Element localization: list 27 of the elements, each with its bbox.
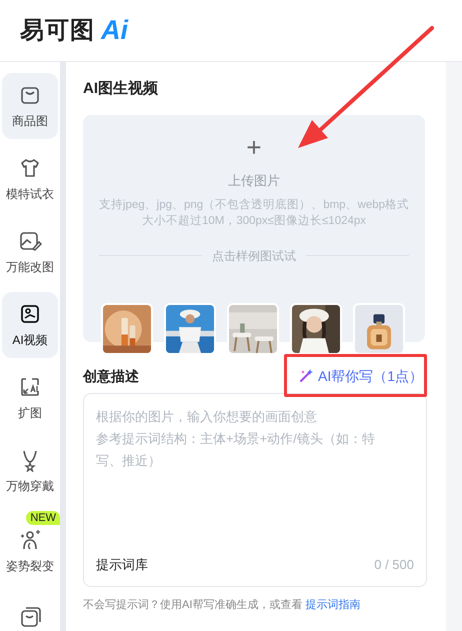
placeholder-text: 根据你的图片，输入你想要的画面创意 bbox=[96, 408, 318, 426]
footer-note: 不会写提示词？使用AI帮写准确生成，或查看 提示词指南 bbox=[83, 598, 362, 613]
sidebar-item[interactable]: 万物穿戴 bbox=[2, 438, 58, 504]
sidebar-item[interactable]: 商品图 bbox=[2, 73, 58, 139]
plus-icon[interactable]: + bbox=[246, 132, 262, 162]
sidebar-item[interactable]: 姿势裂变 bbox=[2, 525, 58, 577]
upload-label: 上传图片 bbox=[228, 172, 280, 190]
samples-label: 点击样例图试试 bbox=[212, 248, 296, 264]
sidebar-item[interactable]: 万能改图 bbox=[2, 219, 58, 285]
logo-mark: Ai bbox=[101, 14, 128, 48]
prompt-library-button[interactable]: 提示词库 bbox=[96, 554, 148, 574]
prompt-label: 创意描述 bbox=[83, 366, 139, 386]
sidebar-item[interactable]: AI视频 bbox=[2, 292, 58, 358]
placeholder-text: 参考提示词结构：主体+场景+动作/镜头（如：特写、推近） bbox=[96, 430, 376, 470]
panel-title: AI图生视频 bbox=[83, 79, 159, 99]
person-icon bbox=[18, 528, 42, 552]
guide-link[interactable]: 提示词指南 bbox=[305, 599, 360, 611]
ai-write-button[interactable]: AI帮你写（1点） bbox=[298, 366, 423, 386]
new-badge: NEW bbox=[26, 511, 60, 525]
stacked-bag-icon bbox=[18, 605, 42, 629]
sidebar-item[interactable]: 扩图 bbox=[2, 365, 58, 431]
prompt-field[interactable]: 根据你的图片，输入你想要的画面创意 参考提示词结构：主体+场景+动作/镜头（如：特写、推近） 提示词库 0 / 500 bbox=[83, 393, 427, 587]
logo-text: 易可图 bbox=[20, 16, 95, 46]
character-counter: 0 / 500 bbox=[374, 556, 414, 574]
upload-hint: 支持jpeg、jpg、png（不包含透明底图）、bmp、webp格式大小不超过10M，300px≤图像边长≤1024px bbox=[98, 197, 410, 228]
magic-wand-icon bbox=[298, 368, 314, 384]
sidebar-item[interactable]: 模特试衣 bbox=[2, 146, 58, 212]
